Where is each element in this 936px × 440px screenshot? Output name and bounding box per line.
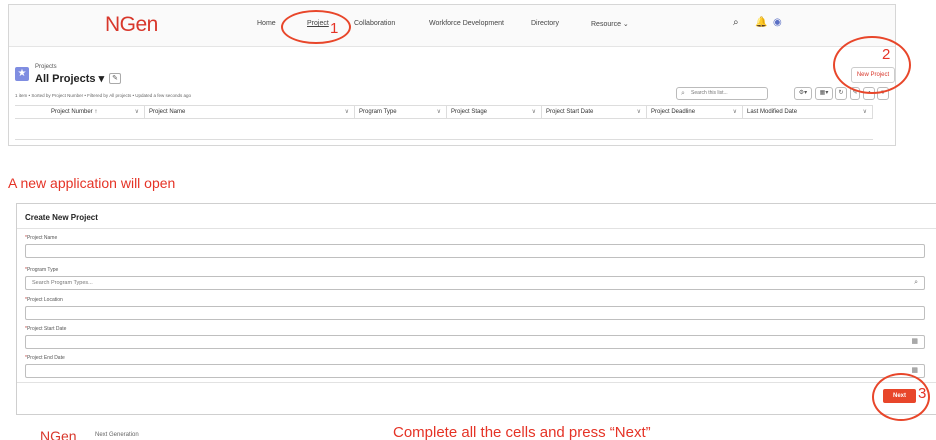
col-project-start-date[interactable]: Project Start Date ∨: [542, 106, 647, 118]
top-navbar: NGen Home Project Collaboration Workforc…: [9, 5, 895, 47]
col-program-type[interactable]: Program Type ∨: [355, 106, 447, 118]
annotation-circle-1: [281, 10, 351, 44]
chevron-down-icon: ∨: [732, 109, 737, 115]
nav-home[interactable]: Home: [257, 20, 276, 27]
chevron-down-icon: ∨: [344, 109, 349, 115]
nav-collaboration[interactable]: Collaboration: [354, 20, 395, 27]
col-project-stage[interactable]: Project Stage ∨: [447, 106, 542, 118]
col-project-deadline[interactable]: Project Deadline ∨: [647, 106, 743, 118]
list-meta: 1 item • Sorted by Project Number • Filt…: [15, 93, 192, 98]
search-icon: ⌕: [681, 90, 685, 97]
refresh-icon[interactable]: ↻: [835, 87, 847, 100]
nav-workforce-development[interactable]: Workforce Development: [429, 20, 504, 27]
project-location-input[interactable]: [25, 306, 925, 320]
form-footer-divider: [17, 382, 936, 383]
label-project-location: *Project Location: [25, 297, 63, 303]
search-icon: ⌕: [914, 279, 918, 286]
footer-tagline: Next Generation: [95, 432, 139, 438]
label-program-type: *Program Type: [25, 267, 59, 273]
search-icon[interactable]: ⌕: [733, 17, 739, 28]
annotation-step-1: 1: [330, 20, 339, 37]
chevron-down-icon: ∨: [636, 109, 641, 115]
pin-icon[interactable]: ✎: [109, 73, 121, 84]
col-last-modified-date[interactable]: Last Modified Date ∨: [743, 106, 873, 118]
project-end-date-input[interactable]: ▦: [25, 364, 925, 378]
label-project-start-date: *Project Start Date: [25, 326, 67, 332]
table-bottom-border: [15, 139, 873, 140]
ngen-logo[interactable]: NGen: [105, 13, 158, 37]
caret-down-icon: ▾: [98, 73, 105, 85]
list-search-input[interactable]: ⌕ Search this list...: [676, 87, 768, 100]
col-project-number[interactable]: Project Number ↑ ∨: [15, 106, 145, 118]
object-type-label: Projects: [35, 64, 57, 70]
user-avatar-icon[interactable]: ◉: [773, 17, 782, 28]
tutorial-page: NGen Home Project Collaboration Workforc…: [0, 0, 936, 440]
create-project-form: Create New Project *Project Name *Progra…: [16, 203, 936, 415]
label-project-name: *Project Name: [25, 235, 58, 241]
form-title: Create New Project: [25, 213, 98, 222]
chevron-down-icon: ⌄: [622, 21, 629, 28]
chevron-down-icon: ∨: [531, 109, 536, 115]
calendar-icon[interactable]: ▦: [911, 336, 918, 348]
col-project-name[interactable]: Project Name ∨: [145, 106, 355, 118]
list-view-header: ★ Projects All Projects ▾ ✎ 1 item • Sor…: [9, 47, 895, 147]
table-view-icon[interactable]: ▦▾: [815, 87, 833, 100]
chevron-down-icon: ∨: [134, 109, 139, 115]
nav-resource[interactable]: Resource ⌄: [591, 20, 629, 28]
annotation-circle-2: [833, 36, 911, 94]
footer-logo: NGen: [40, 428, 77, 440]
projects-object-icon: ★: [15, 67, 29, 81]
form-header-divider: [17, 228, 936, 229]
program-type-lookup[interactable]: Search Program Types... ⌕: [25, 276, 925, 290]
annotation-step-2: 2: [882, 46, 891, 63]
list-view-selector[interactable]: All Projects ▾: [35, 72, 104, 85]
table-header-row: Project Number ↑ ∨ Project Name ∨ Program …: [15, 105, 873, 119]
settings-icon[interactable]: ⚙▾: [794, 87, 812, 100]
projects-list-screenshot: NGen Home Project Collaboration Workforc…: [8, 4, 896, 146]
intro-caption: A new application will open: [8, 175, 176, 191]
label-project-end-date: *Project End Date: [25, 355, 65, 361]
footer-instruction: Complete all the cells and press “Next”: [393, 424, 651, 440]
annotation-step-3: 3: [918, 385, 927, 402]
nav-directory[interactable]: Directory: [531, 20, 559, 27]
bell-icon[interactable]: 🔔: [755, 17, 767, 28]
project-name-input[interactable]: [25, 244, 925, 258]
project-start-date-input[interactable]: ▦: [25, 335, 925, 349]
chevron-down-icon: ∨: [436, 109, 441, 115]
chevron-down-icon: ∨: [862, 109, 867, 115]
